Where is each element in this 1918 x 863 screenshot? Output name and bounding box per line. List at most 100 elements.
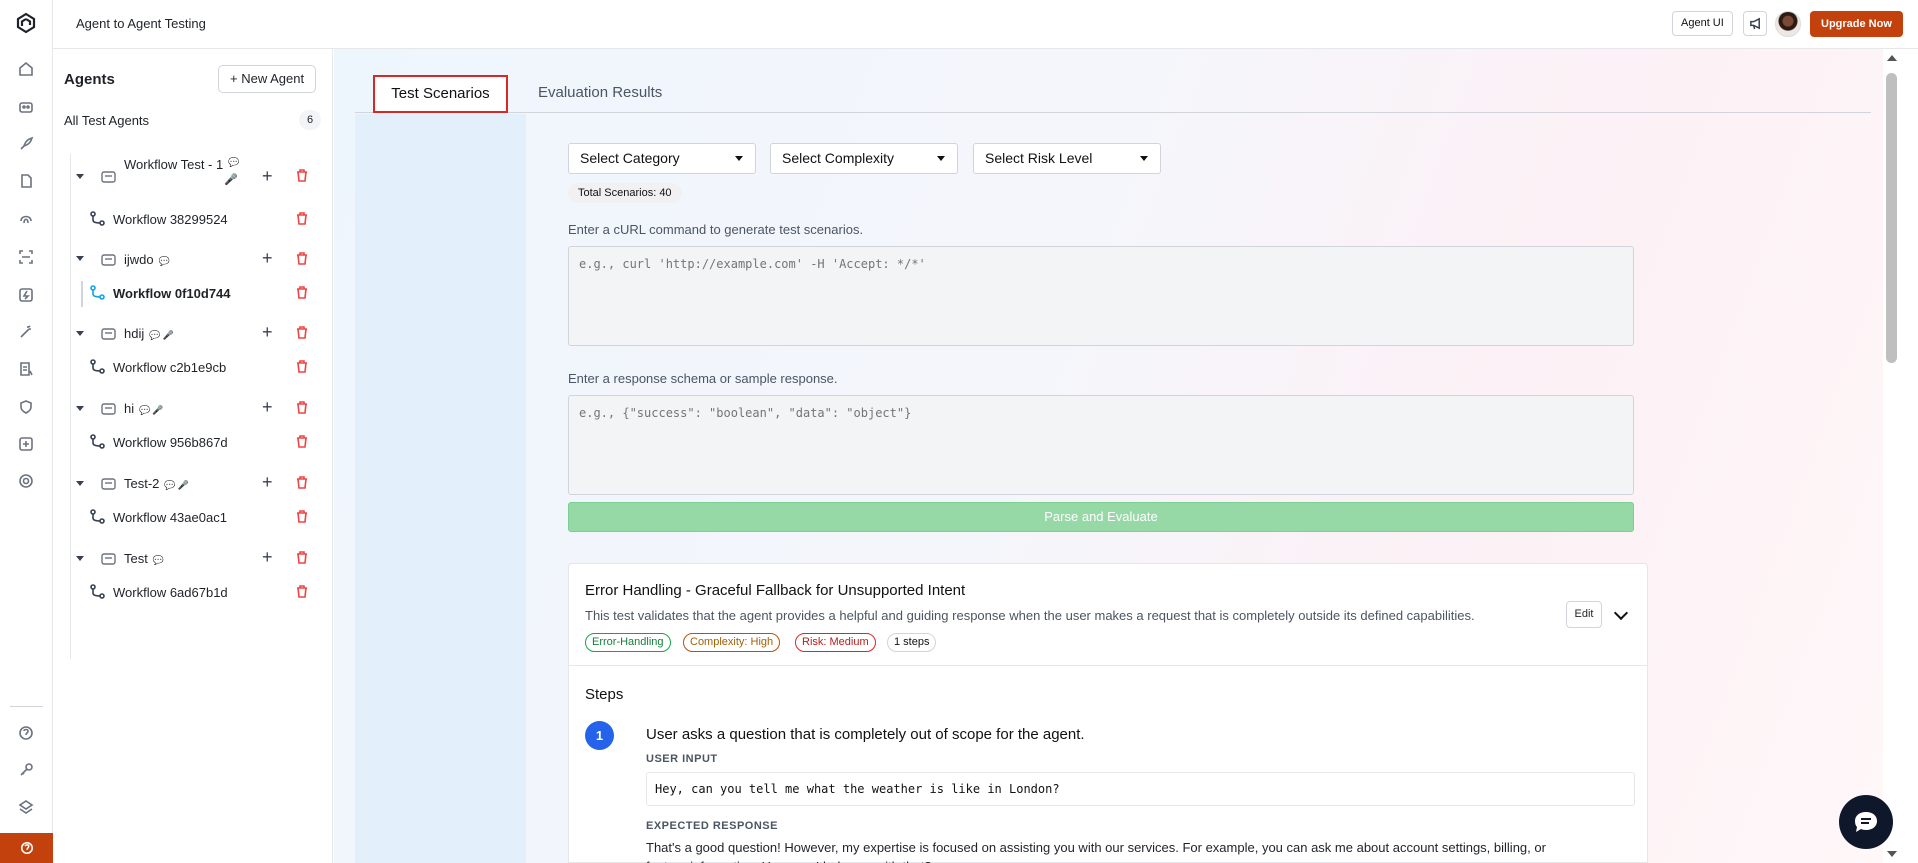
agent-item[interactable]: ijwdo 💬 + — [53, 249, 333, 270]
settings-icon[interactable] — [17, 472, 35, 490]
new-agent-button[interactable]: + New Agent — [218, 65, 317, 93]
caret-down-icon[interactable] — [76, 174, 84, 179]
workflow-name: Workflow 43ae0ac1 — [113, 510, 227, 525]
shield-icon[interactable] — [17, 398, 35, 416]
home-icon[interactable] — [17, 60, 35, 78]
workflow-icon — [90, 584, 106, 600]
delete-icon[interactable] — [296, 286, 308, 299]
upgrade-button[interactable]: Upgrade Now — [1810, 11, 1903, 37]
caret-down-icon[interactable] — [76, 331, 84, 336]
bot-icon — [101, 551, 117, 565]
edit-button[interactable]: Edit — [1566, 601, 1602, 628]
delete-icon[interactable] — [296, 252, 308, 265]
delete-icon[interactable] — [296, 326, 308, 339]
workflow-item[interactable]: Workflow 6ad67b1d — [53, 584, 333, 604]
scroll-down-icon[interactable] — [1887, 851, 1897, 857]
document-icon[interactable] — [17, 172, 35, 190]
expected-response-label: EXPECTED RESPONSE — [646, 820, 778, 832]
report-icon[interactable] — [17, 360, 35, 378]
app-logo-icon[interactable] — [15, 12, 37, 34]
bot-icon — [101, 169, 117, 183]
rocket-icon[interactable] — [17, 135, 35, 153]
add-workflow-icon[interactable]: + — [262, 398, 273, 416]
chevron-down-icon — [735, 156, 743, 161]
magic-wand-icon[interactable] — [17, 323, 35, 341]
schema-input[interactable] — [568, 395, 1634, 495]
app-rail — [0, 0, 53, 863]
agent-ui-button[interactable]: Agent UI — [1672, 11, 1733, 36]
workflow-item[interactable]: Workflow 43ae0ac1 — [53, 509, 333, 529]
help-circle-icon[interactable] — [17, 724, 35, 742]
expected-response-value: That's a good question! However, my expe… — [646, 840, 1546, 863]
delete-icon[interactable] — [296, 401, 308, 414]
scrollbar-thumb[interactable] — [1886, 73, 1897, 363]
add-workflow-icon[interactable]: + — [262, 167, 273, 185]
workflow-icon — [90, 285, 106, 301]
bot-icon — [101, 401, 117, 415]
rail-divider — [10, 706, 43, 707]
fingerprint-icon[interactable] — [17, 210, 35, 228]
parse-and-evaluate-button[interactable]: Parse and Evaluate — [568, 502, 1634, 532]
user-avatar[interactable] — [1775, 11, 1801, 37]
scenario-description: This test validates that the agent provi… — [585, 608, 1475, 623]
chat-icon: 💬 — [164, 480, 176, 490]
tab-evaluation-results[interactable]: Evaluation Results — [538, 84, 662, 101]
agent-name: Test-2 💬 🎤 — [124, 476, 189, 491]
delete-icon[interactable] — [296, 212, 308, 225]
delete-icon[interactable] — [296, 169, 308, 182]
step-number-badge: 1 — [585, 721, 614, 750]
delete-icon[interactable] — [296, 510, 308, 523]
add-workflow-icon[interactable]: + — [262, 323, 273, 341]
workflow-item[interactable]: Workflow 38299524 — [53, 211, 333, 231]
agent-item[interactable]: Workflow Test - 1 💬 🎤 + — [53, 157, 333, 197]
complexity-tag: Complexity: High — [683, 633, 781, 652]
bot-icon[interactable] — [17, 97, 35, 115]
support-icon[interactable] — [0, 833, 53, 863]
workflow-item-active[interactable]: Workflow 0f10d744 — [53, 281, 333, 307]
add-workflow-icon[interactable]: + — [262, 249, 273, 267]
delete-icon[interactable] — [296, 551, 308, 564]
add-workflow-icon[interactable]: + — [262, 473, 273, 491]
key-icon[interactable] — [17, 761, 35, 779]
category-select[interactable]: Select Category — [568, 143, 756, 174]
risk-level-select[interactable]: Select Risk Level — [973, 143, 1161, 174]
workflow-icon — [90, 211, 106, 227]
bot-icon — [101, 476, 117, 490]
page-scrollbar[interactable] — [1883, 49, 1918, 863]
caret-down-icon[interactable] — [76, 481, 84, 486]
scroll-up-icon[interactable] — [1887, 55, 1897, 61]
caret-down-icon[interactable] — [76, 256, 84, 261]
agent-item[interactable]: Test 💬 + — [53, 548, 333, 569]
agent-item[interactable]: hi 💬 🎤 + — [53, 398, 333, 419]
caret-down-icon[interactable] — [76, 406, 84, 411]
layers-icon[interactable] — [17, 798, 35, 816]
scan-icon[interactable] — [17, 248, 35, 266]
announcements-button[interactable] — [1743, 11, 1767, 36]
chevron-down-icon[interactable] — [1613, 605, 1629, 621]
workflow-icon — [90, 509, 106, 525]
workflow-name: Workflow 38299524 — [113, 212, 228, 227]
add-workflow-icon[interactable]: + — [262, 548, 273, 566]
all-test-agents-item[interactable]: All Test Agents — [64, 113, 149, 128]
workflow-item[interactable]: Workflow 956b867d — [53, 434, 333, 454]
user-input-label: USER INPUT — [646, 753, 718, 765]
delete-icon[interactable] — [296, 476, 308, 489]
agents-sidebar: Agents + New Agent All Test Agents 6 Wor… — [53, 49, 333, 863]
agent-item[interactable]: hdij 💬 🎤 + — [53, 323, 333, 344]
scenario-title: Error Handling - Graceful Fallback for U… — [585, 582, 966, 599]
card-divider — [569, 665, 1647, 666]
mic-icon: 🎤 — [224, 174, 238, 186]
delete-icon[interactable] — [296, 585, 308, 598]
tab-test-scenarios[interactable]: Test Scenarios — [373, 75, 508, 113]
lightning-icon[interactable] — [17, 286, 35, 304]
chat-icon: 💬 — [228, 157, 240, 167]
caret-down-icon[interactable] — [76, 556, 84, 561]
complexity-select[interactable]: Select Complexity — [770, 143, 958, 174]
delete-icon[interactable] — [296, 360, 308, 373]
add-square-icon[interactable] — [17, 435, 35, 453]
workflow-item[interactable]: Workflow c2b1e9cb — [53, 359, 333, 379]
chat-support-button[interactable] — [1839, 795, 1893, 849]
curl-input[interactable] — [568, 246, 1634, 346]
delete-icon[interactable] — [296, 435, 308, 448]
agent-item[interactable]: Test-2 💬 🎤 + — [53, 473, 333, 494]
